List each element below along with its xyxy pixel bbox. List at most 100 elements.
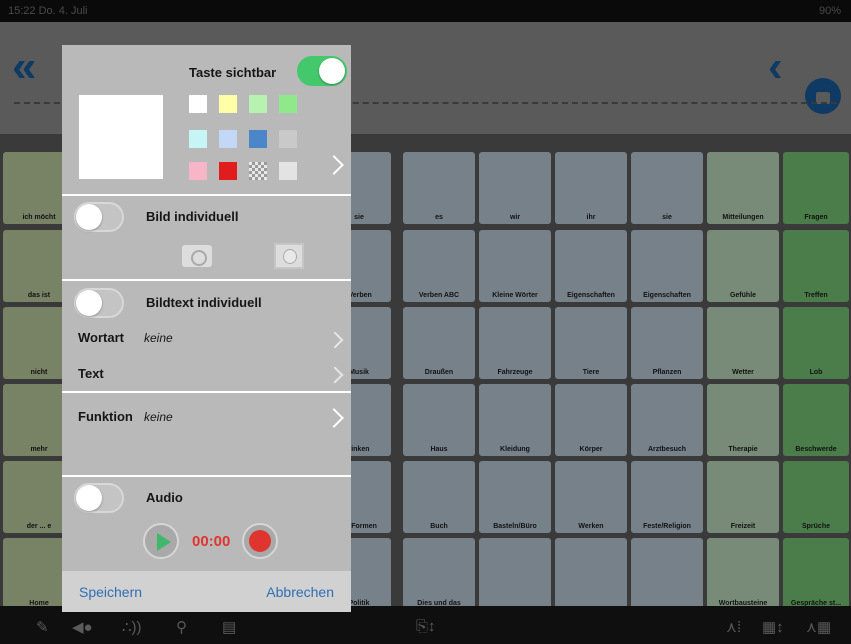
symbol-label: Basteln/Büro — [493, 523, 537, 530]
symbol-cell[interactable]: Sprüche — [783, 461, 849, 533]
color-swatch[interactable] — [279, 130, 297, 148]
symbol-cell[interactable]: Buch — [403, 461, 475, 533]
wordtype-label: Wortart — [78, 330, 124, 345]
symbol-cell[interactable] — [631, 538, 703, 610]
symbol-picture — [9, 156, 69, 208]
symbol-cell[interactable]: Fahrzeuge — [479, 307, 551, 379]
symbol-cell[interactable]: Körper — [555, 384, 627, 456]
audio-toggle[interactable] — [74, 483, 124, 513]
play-icon[interactable] — [143, 523, 179, 559]
chevron-left-icon[interactable]: ‹ — [768, 42, 783, 92]
symbol-cell[interactable]: Feste/Religion — [631, 461, 703, 533]
function-chevron-icon[interactable] — [324, 408, 344, 428]
color-swatch[interactable] — [219, 95, 237, 113]
symbol-cell[interactable]: Wetter — [707, 307, 779, 379]
symbol-cell[interactable]: Freizeit — [707, 461, 779, 533]
symbol-cell[interactable]: Arztbesuch — [631, 384, 703, 456]
imagetext-toggle[interactable] — [74, 288, 124, 318]
symbol-picture — [409, 311, 469, 363]
symbol-picture — [409, 234, 469, 286]
pencil-icon[interactable]: ✎ — [36, 618, 49, 636]
symbol-label: Arztbesuch — [647, 446, 687, 453]
color-swatch[interactable] — [279, 95, 297, 113]
color-swatch[interactable] — [219, 130, 237, 148]
text-chevron-icon[interactable] — [326, 366, 344, 384]
symbol-cell[interactable]: Gespräche st... — [783, 538, 849, 610]
record-icon[interactable] — [242, 523, 278, 559]
symbol-label: Körper — [579, 446, 603, 453]
symbol-cell[interactable]: Eigenschaften — [631, 230, 703, 302]
color-swatch[interactable] — [219, 162, 237, 180]
symbol-label: Pflanzen — [652, 369, 682, 376]
double-chevron-left-icon[interactable]: « — [12, 42, 36, 92]
symbol-picture — [485, 388, 545, 440]
symbol-cell[interactable]: wir — [479, 152, 551, 224]
keyboard-icon[interactable]: ⎘↕ — [416, 618, 436, 635]
function-value[interactable]: keine — [144, 410, 173, 424]
cancel-button[interactable]: Abbrechen — [266, 584, 334, 600]
visible-toggle[interactable] — [297, 56, 347, 86]
symbol-cell[interactable]: Therapie — [707, 384, 779, 456]
color-swatch[interactable] — [249, 95, 267, 113]
wordtype-chevron-icon[interactable] — [326, 331, 344, 349]
symbol-picture — [789, 388, 843, 440]
symbol-label: Feste/Religion — [643, 523, 691, 530]
symbol-cell[interactable]: Verben ABC — [403, 230, 475, 302]
symbol-cell[interactable]: sie — [631, 152, 703, 224]
gallery-icon[interactable] — [274, 243, 304, 269]
status-time: 15:22 Do. 4. Juli — [8, 5, 88, 17]
symbol-cell[interactable]: Gefühle — [707, 230, 779, 302]
symbol-label: Lob — [809, 369, 823, 376]
person-icon[interactable]: ⋏⁞ — [726, 618, 741, 636]
color-swatch[interactable] — [189, 130, 207, 148]
symbol-cell[interactable]: Tiere — [555, 307, 627, 379]
symbol-cell[interactable]: Pflanzen — [631, 307, 703, 379]
symbol-cell[interactable]: Kleidung — [479, 384, 551, 456]
color-swatch[interactable] — [189, 162, 207, 180]
grid-person-icon[interactable]: ⋏▦ — [806, 618, 831, 636]
color-swatch[interactable] — [279, 162, 297, 180]
color-swatch[interactable] — [189, 95, 207, 113]
document-icon[interactable]: ▤ — [222, 618, 236, 636]
symbol-cell[interactable]: Basteln/Büro — [479, 461, 551, 533]
lock-icon[interactable] — [805, 78, 841, 114]
symbol-picture — [9, 542, 69, 594]
symbol-cell[interactable]: Lob — [783, 307, 849, 379]
megaphone-icon[interactable]: ◀● — [72, 618, 93, 636]
symbol-cell[interactable]: Dies und das — [403, 538, 475, 610]
camera-icon[interactable] — [182, 245, 212, 267]
symbol-picture — [637, 388, 697, 440]
image-toggle[interactable] — [74, 202, 124, 232]
symbol-cell[interactable]: Eigenschaften — [555, 230, 627, 302]
symbol-cell[interactable] — [555, 538, 627, 610]
symbol-cell[interactable] — [479, 538, 551, 610]
wordtype-value[interactable]: keine — [144, 331, 173, 345]
symbol-label: Beschwerde — [795, 446, 837, 453]
symbol-label: Wetter — [732, 369, 754, 376]
symbol-cell[interactable]: es — [403, 152, 475, 224]
symbol-cell[interactable]: Haus — [403, 384, 475, 456]
color-swatch[interactable] — [249, 130, 267, 148]
speak-icon[interactable]: ∴)) — [122, 618, 142, 636]
symbol-picture — [409, 542, 469, 594]
symbol-label: Kleidung — [500, 446, 530, 453]
symbol-cell[interactable]: Draußen — [403, 307, 475, 379]
status-battery: 90% — [818, 5, 841, 17]
symbol-cell[interactable]: Werken — [555, 461, 627, 533]
symbol-picture — [561, 156, 621, 208]
color-more-chevron-icon[interactable] — [324, 155, 344, 175]
symbol-picture — [789, 156, 843, 208]
symbol-cell[interactable]: Treffen — [783, 230, 849, 302]
symbol-cell[interactable]: Fragen — [783, 152, 849, 224]
symbol-cell[interactable]: ihr — [555, 152, 627, 224]
grid-icon[interactable]: ▦↕ — [762, 618, 784, 636]
symbol-cell[interactable]: Beschwerde — [783, 384, 849, 456]
color-swatch[interactable] — [249, 162, 267, 180]
search-icon[interactable]: ⚲ — [176, 618, 187, 636]
symbol-cell[interactable]: Wortbausteine — [707, 538, 779, 610]
symbol-cell[interactable]: Mitteilungen — [707, 152, 779, 224]
symbol-label: Draußen — [424, 369, 454, 376]
symbol-label: Therapie — [728, 446, 758, 453]
symbol-cell[interactable]: Kleine Wörter — [479, 230, 551, 302]
save-button[interactable]: Speichern — [79, 584, 142, 600]
